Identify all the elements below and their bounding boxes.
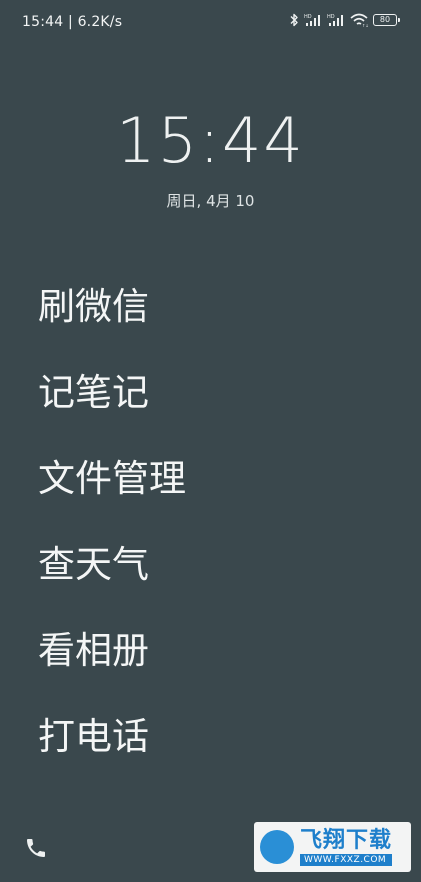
status-time-speed: 15:44 | 6.2K/s <box>22 14 123 30</box>
lockscreen-clock: 15:44 <box>116 104 305 177</box>
battery-level: 80 <box>379 15 391 24</box>
shortcut-file-manager[interactable]: 文件管理 <box>38 452 186 538</box>
signal-hd-icon: HD <box>304 14 320 26</box>
status-bar: 15:44 | 6.2K/s HD HD ↑↓ 80 <box>0 0 421 46</box>
shortcut-phone[interactable]: 打电话 <box>38 710 186 796</box>
watermark-logo <box>260 830 294 864</box>
shortcut-weather[interactable]: 查天气 <box>38 538 186 624</box>
watermark-name: 飞翔下载 <box>300 827 393 853</box>
watermark-text: 飞翔下载 WWW.FXXZ.COM <box>300 827 393 866</box>
lockscreen-date: 周日, 4月 10 <box>166 192 255 210</box>
shortcut-gallery[interactable]: 看相册 <box>38 624 186 710</box>
shortcut-list: 刷微信 记笔记 文件管理 查天气 看相册 打电话 <box>38 280 186 796</box>
svg-text:HD: HD <box>304 14 312 20</box>
wifi-icon: ↑↓ <box>350 13 368 27</box>
signal-hd-icon: HD <box>327 14 343 26</box>
svg-text:HD: HD <box>327 14 335 20</box>
watermark: 飞翔下载 WWW.FXXZ.COM <box>254 822 411 872</box>
shortcut-notes[interactable]: 记笔记 <box>38 366 186 452</box>
bluetooth-icon <box>290 13 298 27</box>
svg-text:↑↓: ↑↓ <box>362 23 368 27</box>
watermark-url: WWW.FXXZ.COM <box>300 853 393 866</box>
battery-icon: 80 <box>373 14 400 26</box>
status-icons: HD HD ↑↓ 80 <box>289 13 400 27</box>
shortcut-wechat[interactable]: 刷微信 <box>38 280 186 366</box>
phone-icon[interactable] <box>24 836 48 860</box>
